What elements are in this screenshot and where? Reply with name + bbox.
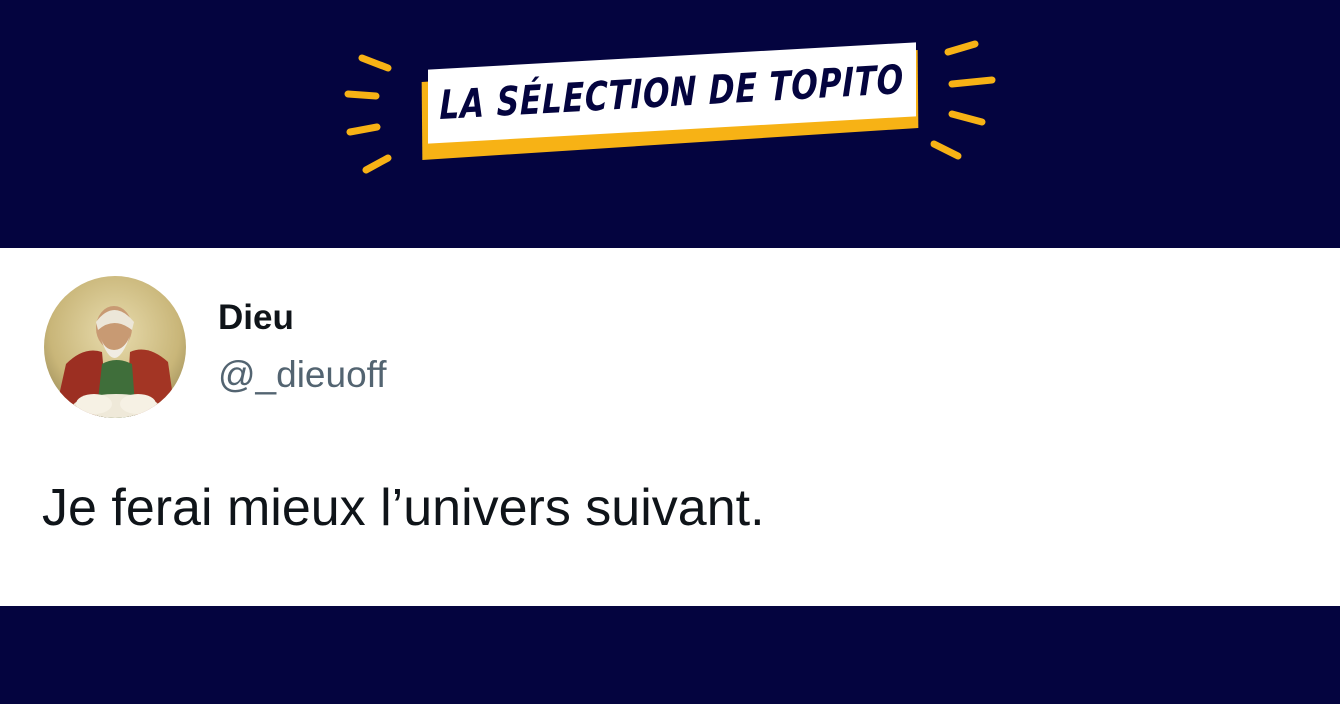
author-handle[interactable]: @_dieuoff xyxy=(218,354,387,396)
tweet-text: Je ferai mieux l’univers suivant. xyxy=(42,479,765,537)
god-painting-avatar-icon xyxy=(44,276,186,418)
footer-band xyxy=(0,606,1340,704)
tweet-card: Dieu @_dieuoff Je ferai mieux l’univers … xyxy=(0,248,1340,606)
avatar[interactable] xyxy=(44,276,186,418)
topito-banner: LA SÉLECTION DE TOPITO xyxy=(0,0,1340,248)
author-name[interactable]: Dieu xyxy=(218,298,294,338)
selection-badge: LA SÉLECTION DE TOPITO xyxy=(421,42,922,161)
badge-title: LA SÉLECTION DE TOPITO xyxy=(439,57,905,129)
